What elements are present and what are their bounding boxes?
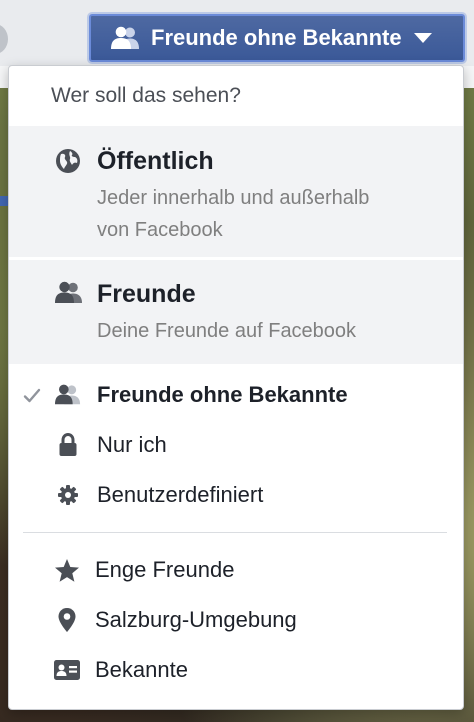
option-public[interactable]: Öffentlich Jeder innerhalb und außerhalb…: [9, 126, 463, 260]
chevron-down-icon: [413, 33, 432, 43]
menu-header: Wer soll das sehen?: [51, 84, 241, 107]
divider: [23, 532, 447, 533]
friends-except-icon: [55, 383, 81, 407]
globe-icon: [55, 148, 81, 174]
location-pin-icon: [53, 607, 81, 633]
option-only-me[interactable]: Nur ich: [9, 420, 463, 470]
option-public-description-line1: Jeder innerhalb und außerhalb: [97, 187, 370, 209]
list-acquaintances[interactable]: Bekannte: [9, 645, 463, 695]
audience-selector-button[interactable]: Freunde ohne Bekannte: [89, 14, 465, 62]
option-friends-description: Deine Freunde auf Facebook: [97, 320, 357, 342]
option-public-description-line2: von Facebook: [97, 219, 223, 241]
option-custom[interactable]: Benutzerdefiniert: [9, 470, 463, 520]
option-public-title: Öffentlich: [97, 147, 214, 175]
list-close-friends[interactable]: Enge Freunde: [9, 545, 463, 595]
friends-icon: [111, 26, 141, 50]
background-accent: [0, 196, 8, 206]
list-salzburg-area[interactable]: Salzburg-Umgebung: [9, 595, 463, 645]
option-friends-except-acquaintances[interactable]: Freunde ohne Bekannte: [9, 370, 463, 420]
id-card-icon: [53, 657, 81, 683]
option-label: Nur ich: [97, 432, 167, 457]
audience-selector-label: Freunde ohne Bekannte: [151, 25, 402, 50]
lock-icon: [55, 433, 81, 457]
friends-icon: [55, 281, 82, 307]
option-public-description: Jeder innerhalb und außerhalb von Facebo…: [97, 182, 443, 246]
audience-menu: Wer soll das sehen? Öffentlich Jeder inn…: [8, 65, 464, 710]
option-label: Freunde ohne Bekannte: [97, 382, 348, 407]
list-label: Enge Freunde: [95, 557, 235, 582]
option-friends-title: Freunde: [97, 280, 196, 308]
list-label: Bekannte: [95, 657, 188, 682]
option-friends[interactable]: Freunde Deine Freunde auf Facebook: [9, 260, 463, 364]
list-label: Salzburg-Umgebung: [95, 607, 297, 632]
gear-icon: [55, 483, 81, 507]
option-label: Benutzerdefiniert: [97, 482, 264, 507]
checkmark-icon: [23, 385, 41, 403]
star-icon: [53, 557, 81, 583]
